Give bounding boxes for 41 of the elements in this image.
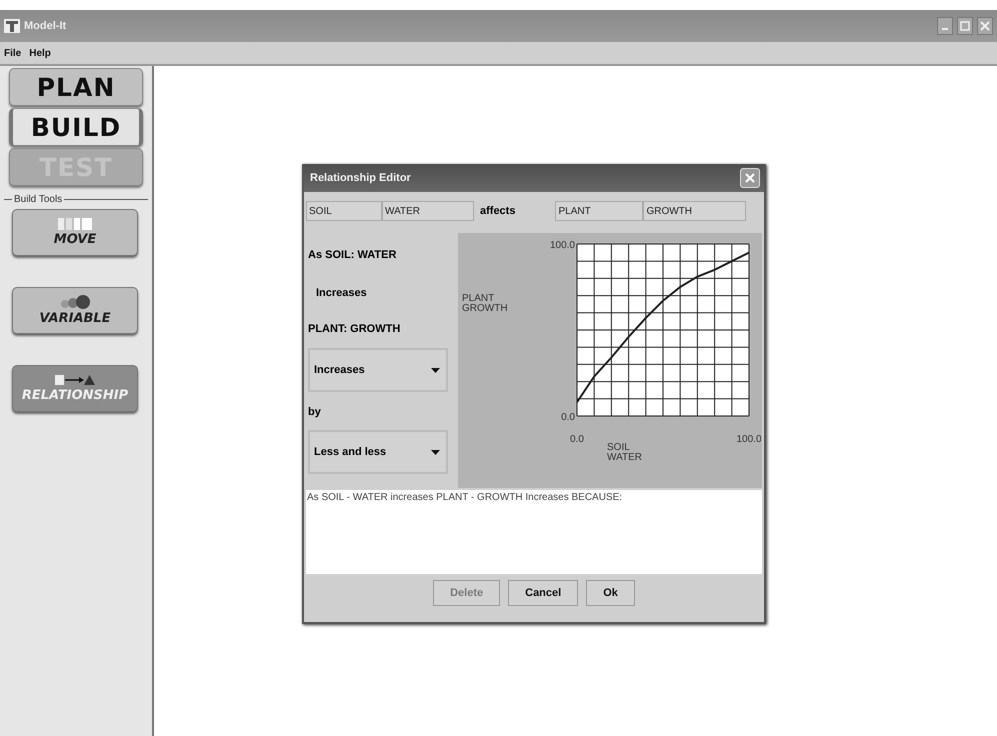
maximize-icon bbox=[960, 21, 970, 31]
menu-item[interactable]: File bbox=[4, 48, 22, 58]
x-axis-label: SOIL WATER bbox=[607, 442, 642, 463]
caret-icon bbox=[431, 450, 440, 454]
y-axis-label: PLANT GROWTH bbox=[462, 293, 508, 314]
square-arrow-triangle-icon bbox=[55, 374, 95, 386]
effect-label: PLANT: GROWTH bbox=[308, 323, 402, 335]
effect-variable-field: GROWTH bbox=[643, 201, 746, 221]
dialog-title: Relationship Editor bbox=[310, 172, 412, 184]
close-icon bbox=[744, 172, 756, 184]
close-button[interactable] bbox=[977, 17, 993, 35]
cause-object-field: SOIL bbox=[306, 201, 382, 221]
x-tick-label: 0.0 bbox=[570, 434, 584, 445]
affects-label: affects bbox=[480, 205, 516, 217]
by-label: by bbox=[308, 406, 322, 418]
sliding-blocks-icon bbox=[58, 218, 92, 230]
dialog-button[interactable]: Ok bbox=[586, 580, 635, 606]
mode-button[interactable]: BUILD bbox=[9, 108, 143, 146]
cause-variable-field: WATER bbox=[382, 201, 474, 221]
mode-button[interactable]: PLAN bbox=[9, 68, 143, 106]
cause-label: As SOIL: WATER bbox=[308, 249, 398, 261]
tool-button[interactable]: MOVE bbox=[12, 209, 138, 256]
app-logo-icon bbox=[4, 19, 20, 33]
change-label: Increases bbox=[316, 287, 368, 299]
y-tick-label: 0.0 bbox=[561, 412, 575, 423]
direction-dropdown[interactable]: Increases bbox=[308, 348, 448, 392]
amount-dropdown[interactable]: Less and less bbox=[308, 430, 448, 474]
explanation-text-area[interactable]: As SOIL - WATER increases PLANT - GROWTH Increases BECAUSE: bbox=[306, 490, 762, 574]
caret-icon bbox=[431, 368, 440, 372]
x-tick-label: 100.0 bbox=[736, 434, 761, 445]
window-title: Model-It bbox=[24, 20, 68, 32]
dialog-button[interactable]: Cancel bbox=[508, 580, 578, 606]
y-tick-label: 100.0 bbox=[550, 240, 575, 251]
circles-icon bbox=[60, 295, 90, 309]
group-title: Build Tools bbox=[13, 194, 64, 205]
minimize-button[interactable] bbox=[937, 17, 953, 35]
effect-object-field: PLANT bbox=[555, 201, 644, 221]
menu-item[interactable]: Help bbox=[29, 48, 51, 58]
maximize-button[interactable] bbox=[957, 17, 973, 35]
close-icon bbox=[980, 21, 990, 31]
tool-button[interactable]: VARIABLE bbox=[12, 287, 138, 334]
